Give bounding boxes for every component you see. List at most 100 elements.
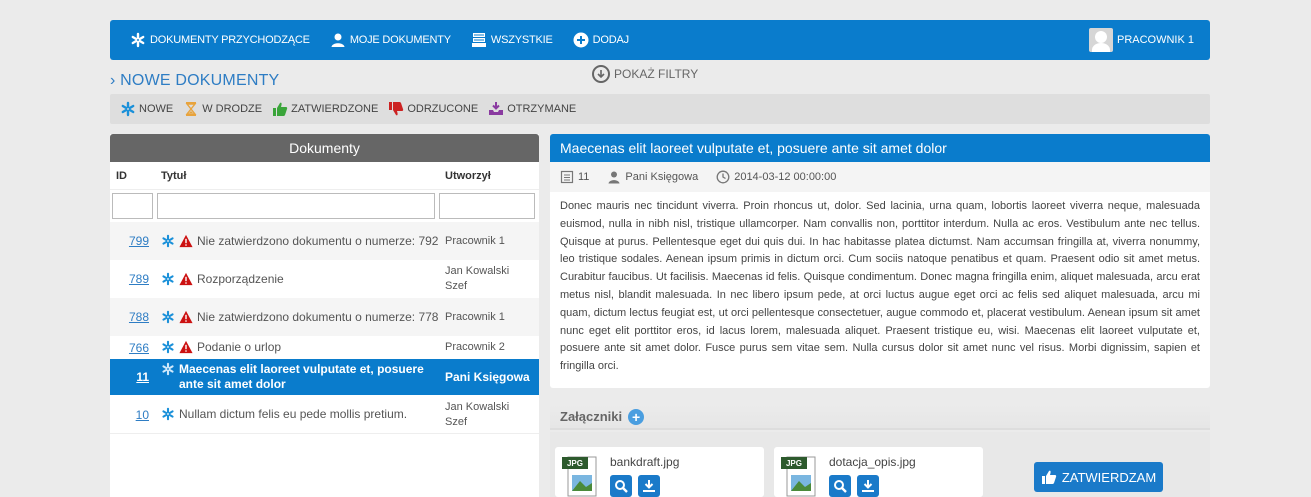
warning-icon <box>179 340 193 354</box>
document-id-link[interactable]: 789 <box>110 272 155 286</box>
plus-circle-icon <box>573 32 589 48</box>
document-id-link[interactable]: 11 <box>110 370 155 384</box>
hourglass-icon <box>183 101 199 117</box>
attachment-card: JPG dotacja_opis.jpg <box>774 447 983 497</box>
document-id-link[interactable]: 799 <box>110 234 155 248</box>
document-id-link[interactable]: 766 <box>110 341 155 355</box>
attachment-card: JPG bankdraft.jpg <box>555 447 764 497</box>
jpg-file-icon: JPG <box>781 456 816 497</box>
id-filter-input[interactable] <box>112 193 153 219</box>
document-title: Nullam dictum felis eu pede mollis preti… <box>155 407 439 422</box>
magnifier-icon <box>834 480 847 493</box>
document-author: Jan Kowalski Szef <box>445 265 510 292</box>
avatar <box>1088 28 1113 52</box>
asterisk-icon <box>130 32 146 48</box>
document-icon <box>560 170 574 184</box>
status-in-progress[interactable]: W DRODZE <box>183 101 262 117</box>
title-filter-input[interactable] <box>157 193 435 219</box>
table-row[interactable]: 788 Nie zatwierdzono dokumentu o numerze… <box>110 298 539 337</box>
thumbs-up-icon <box>1041 470 1057 484</box>
document-detail-title: Maecenas elit laoreet vulputate et, posu… <box>550 134 1210 162</box>
document-author: Pracownik 1 <box>445 310 505 323</box>
meta-author: Pani Księgowa <box>607 170 698 184</box>
status-approved[interactable]: ZATWIERDZONE <box>272 101 378 117</box>
asterisk-icon <box>162 310 174 323</box>
magnifier-icon <box>615 480 628 493</box>
status-new[interactable]: NOWE <box>120 101 173 117</box>
top-nav: DOKUMENTY PRZYCHODZĄCE MOJE DOKUMENTY WS… <box>110 20 1210 60</box>
asterisk-icon <box>162 234 174 247</box>
nav-label: DOKUMENTY PRZYCHODZĄCE <box>150 34 310 46</box>
table-row[interactable]: 789 Rozporządzenie Jan Kowalski Szef <box>110 261 539 298</box>
documents-panel: Dokumenty ID Tytuł Utworzył 799 Nie zatw… <box>110 134 539 497</box>
svg-text:JPG: JPG <box>567 459 583 468</box>
warning-icon <box>179 234 193 247</box>
download-icon <box>862 480 874 492</box>
nav-label: MOJE DOKUMENTY <box>349 34 451 46</box>
user-name: PRACOWNIK 1 <box>1116 34 1194 46</box>
attachments-label: Załączniki <box>560 409 623 424</box>
status-label: NOWE <box>139 103 174 115</box>
attachment-filename: bankdraft.jpg <box>610 455 680 469</box>
nav-all-documents[interactable]: WSZYSTKIE <box>471 32 553 48</box>
status-rejected[interactable]: ODRZUCONE <box>388 101 478 117</box>
meta-doc-id-text: 11 <box>578 171 590 183</box>
thumbs-down-icon <box>388 101 404 117</box>
stack-icon <box>471 32 487 48</box>
column-header-author[interactable]: Utworzył <box>439 170 491 182</box>
user-menu[interactable]: PRACOWNIK 1 <box>1088 28 1194 52</box>
document-title-text: Nullam dictum felis eu pede mollis preti… <box>179 407 408 421</box>
preview-attachment-button[interactable] <box>829 475 851 497</box>
user-icon <box>330 32 346 48</box>
asterisk-icon <box>162 362 174 376</box>
column-header-id[interactable]: ID <box>110 170 155 182</box>
document-id-link[interactable]: 788 <box>110 310 155 324</box>
asterisk-icon <box>162 272 174 285</box>
nav-my-documents[interactable]: MOJE DOKUMENTY <box>330 32 451 48</box>
meta-date: 2014-03-12 00:00:00 <box>716 170 836 184</box>
attachments-header: Załączniki + <box>550 405 1210 430</box>
status-label: OTRZYMANE <box>507 103 577 115</box>
status-label: ZATWIERDZONE <box>291 103 379 115</box>
asterisk-icon <box>120 101 136 117</box>
svg-text:JPG: JPG <box>786 459 802 468</box>
nav-incoming-documents[interactable]: DOKUMENTY PRZYCHODZĄCE <box>130 32 310 48</box>
nav-label: DODAJ <box>592 34 629 46</box>
document-title-text: Maecenas elit laoreet vulputate et, posu… <box>179 362 424 391</box>
approve-button[interactable]: ZATWIERDZAM <box>1034 462 1163 492</box>
table-row[interactable]: 799 Nie zatwierdzono dokumentu o numerze… <box>110 222 539 261</box>
download-attachment-button[interactable] <box>638 475 660 497</box>
download-attachment-button[interactable] <box>857 475 879 497</box>
table-row[interactable]: 10 Nullam dictum felis eu pede mollis pr… <box>110 396 539 434</box>
nav-add[interactable]: DODAJ <box>573 32 629 48</box>
add-attachment-button[interactable]: + <box>628 408 645 425</box>
table-row[interactable]: 766 Podanie o urlop Pracownik 2 <box>110 337 539 359</box>
documents-header: Dokumenty <box>110 134 539 162</box>
document-title: Maecenas elit laoreet vulputate et, posu… <box>155 362 439 392</box>
download-icon <box>643 480 655 492</box>
warning-icon <box>179 310 193 323</box>
status-received[interactable]: OTRZYMANE <box>488 101 576 117</box>
status-label: W DRODZE <box>202 103 263 115</box>
warning-icon <box>179 272 193 285</box>
document-title-text: Rozporządzenie <box>197 271 284 286</box>
document-title: Podanie o urlop <box>155 340 439 355</box>
chevron-down-circle-icon <box>592 65 610 83</box>
preview-attachment-button[interactable] <box>610 475 632 497</box>
show-filters-label: POKAŻ FILTRY <box>614 67 699 81</box>
nav-label: WSZYSTKIE <box>490 34 553 46</box>
table-row-selected[interactable]: 11 Maecenas elit laoreet vulputate et, p… <box>110 359 539 396</box>
document-meta: 11 Pani Księgowa 2014-03-12 00:00:00 <box>550 162 1210 192</box>
author-filter-input[interactable] <box>439 193 535 219</box>
document-author: Pracownik 2 <box>445 341 505 353</box>
document-body: Donec mauris nec tincidunt viverra. Proi… <box>550 192 1210 388</box>
meta-author-text: Pani Księgowa <box>625 171 699 183</box>
show-filters-button[interactable]: POKAŻ FILTRY <box>592 65 698 83</box>
document-title: Nie zatwierdzono dokumentu o numerze: 79… <box>155 234 439 249</box>
filter-row <box>110 190 539 222</box>
document-id-link[interactable]: 10 <box>110 408 155 422</box>
document-author: Jan Kowalski Szef <box>445 400 510 428</box>
column-header-title[interactable]: Tytuł <box>155 170 439 182</box>
inbox-icon <box>488 101 504 117</box>
meta-doc-id: 11 <box>560 170 589 184</box>
